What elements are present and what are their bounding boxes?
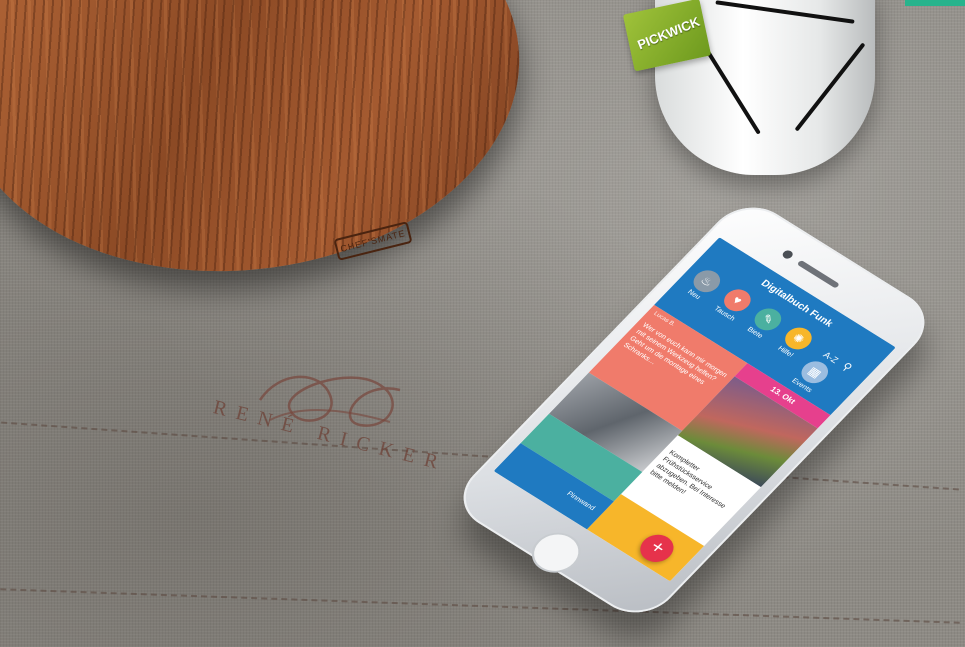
- smartphone: Digitalbuch Funk ♨ Neu ♥ Tausch ✎ Biete: [446, 194, 942, 626]
- search-icon[interactable]: ⚲: [839, 360, 855, 374]
- tablecloth-scene: CHEF'SMATE PICKWICK RENÉ RICKER Digitalb…: [0, 0, 965, 647]
- bottom-bar-label[interactable]: Pinnwand: [565, 491, 596, 512]
- mug-stripe: [794, 42, 866, 132]
- home-button[interactable]: [521, 524, 591, 581]
- front-camera: [780, 248, 795, 261]
- sort-icon[interactable]: A-Z: [821, 350, 840, 365]
- corner-accent: [905, 0, 965, 6]
- earpiece-speaker: [796, 259, 840, 289]
- mug-stripe: [715, 0, 855, 24]
- app-screen: Digitalbuch Funk ♨ Neu ♥ Tausch ✎ Biete: [493, 237, 896, 582]
- tea-brand-label: PICKWICK: [635, 13, 702, 53]
- phone-container: Digitalbuch Funk ♨ Neu ♥ Tausch ✎ Biete: [446, 194, 942, 626]
- wooden-cutting-board: [0, 0, 539, 299]
